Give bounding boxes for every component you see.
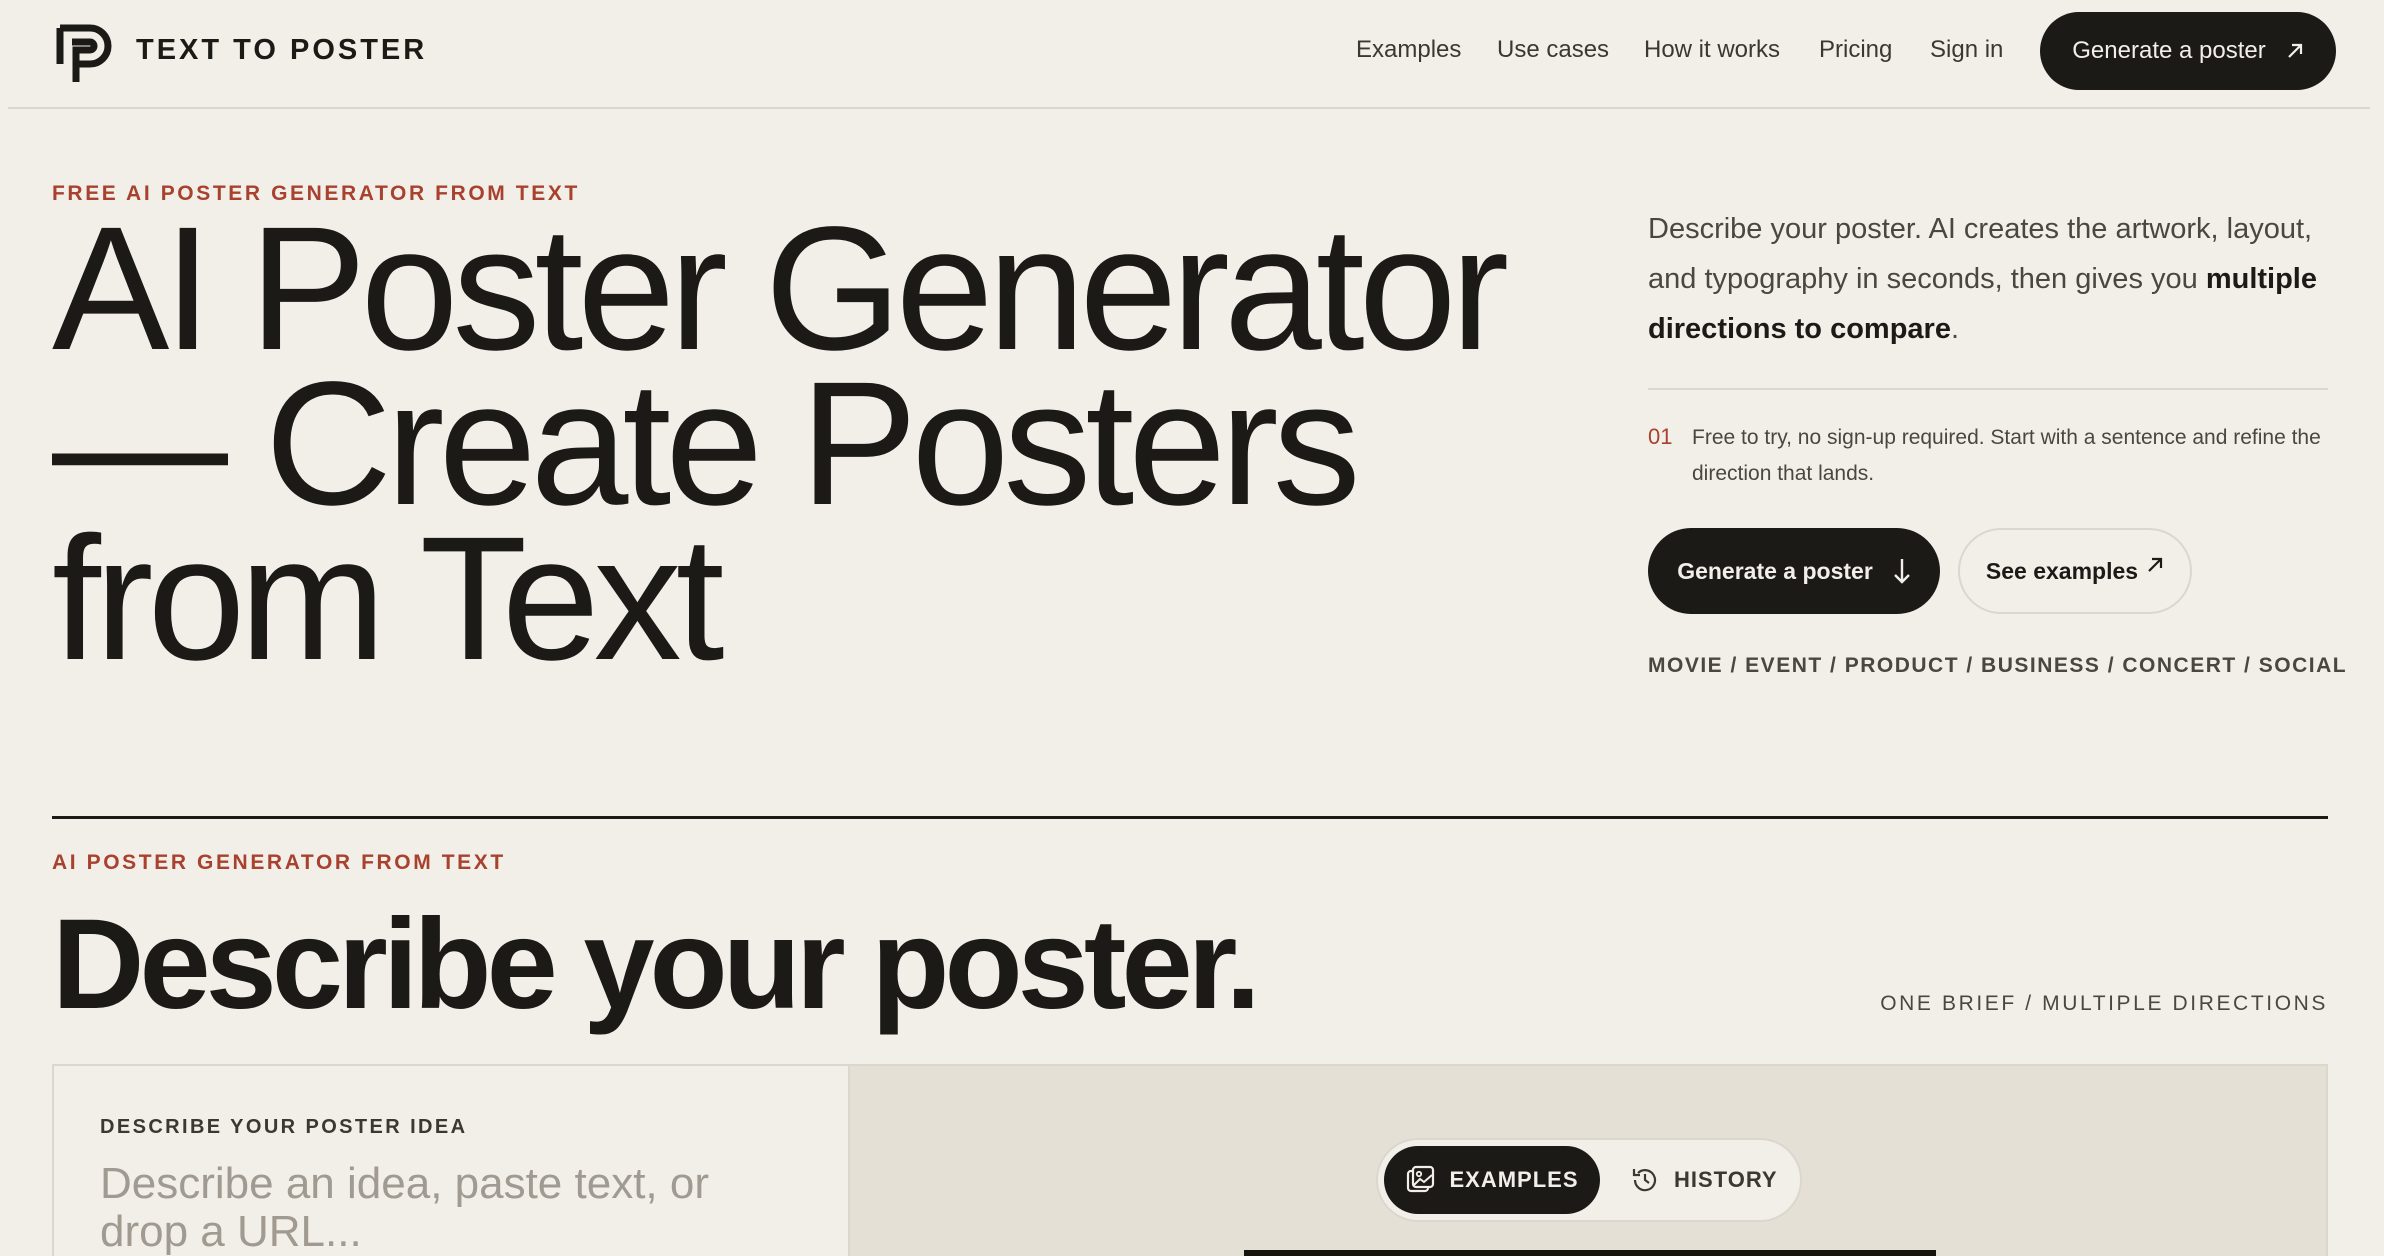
nav-link-how-it-works[interactable]: How it works	[1644, 36, 1780, 64]
tab-examples-label: EXAMPLES	[1449, 1167, 1579, 1192]
images-icon	[1407, 1165, 1435, 1193]
divider	[1648, 388, 2328, 390]
generator-eyebrow: AI POSTER GENERATOR FROM TEXT	[52, 851, 506, 874]
prompt-field-label: DESCRIBE YOUR POSTER IDEA	[100, 1116, 468, 1138]
arrow-up-right-icon	[2287, 43, 2302, 58]
prompt-input[interactable]	[100, 1160, 800, 1256]
see-examples-label: See examples	[1985, 557, 2139, 584]
header-generate-poster-label: Generate a poster	[2072, 37, 2266, 64]
nav-link-sign-in[interactable]: Sign in	[1930, 36, 2003, 64]
use-case-tags: MOVIE / EVENT / PRODUCT / BUSINESS / CON…	[1648, 654, 2348, 677]
note-number: 01	[1648, 424, 1673, 449]
site-header: TEXT TO POSTER Examples Use cases How it…	[8, 0, 2370, 109]
brand-name[interactable]: TEXT TO POSTER	[136, 34, 427, 67]
section-divider	[52, 816, 2328, 819]
hero-title-line-2: — Create Posters	[52, 346, 1361, 542]
poster-preview-image[interactable]	[1244, 1250, 1936, 1256]
examples-history-toggle: EXAMPLES HISTORY	[1376, 1138, 1802, 1222]
p-logo-icon[interactable]	[56, 24, 114, 82]
generate-poster-label: Generate a poster	[1677, 557, 1873, 584]
see-examples-button[interactable]: See examples	[1958, 528, 2192, 614]
hero-intro: Describe your poster. AI creates the art…	[1648, 204, 2348, 354]
history-clock-icon	[1632, 1169, 1657, 1192]
generator-title: Describe your poster.	[52, 893, 1261, 1036]
nav-link-pricing[interactable]: Pricing	[1819, 36, 1892, 64]
generate-poster-button[interactable]: Generate a poster	[1648, 528, 1940, 614]
arrow-up-right-icon	[2148, 557, 2163, 572]
tab-history[interactable]: HISTORY	[1630, 1146, 1778, 1214]
hero-intro-suffix: .	[1950, 313, 1960, 345]
preview-pane: EXAMPLES HISTORY	[848, 1066, 2326, 1256]
hero-title-line-1: AI Poster Generator	[52, 191, 1509, 387]
generator-meta: ONE BRIEF / MULTIPLE DIRECTIONS	[1880, 992, 2328, 1015]
note-text: Free to try, no sign-up required. Start …	[1692, 426, 2321, 485]
hero-title-line-3: from Text	[52, 501, 725, 697]
tab-history-label: HISTORY	[1674, 1167, 1778, 1192]
tab-examples[interactable]: EXAMPLES	[1384, 1146, 1600, 1214]
header-generate-poster-button[interactable]: Generate a poster	[2040, 12, 2336, 90]
nav-link-use-cases[interactable]: Use cases	[1497, 36, 1609, 64]
nav-link-examples[interactable]: Examples	[1356, 36, 1461, 64]
arrow-down-icon	[1893, 559, 1910, 584]
prompt-pane: DESCRIBE YOUR POSTER IDEA	[54, 1066, 848, 1256]
hero-title: AI Poster Generator — Create Posters fro…	[52, 191, 1552, 697]
generator-panel: DESCRIBE YOUR POSTER IDEA EXAMPLES	[52, 1064, 2328, 1256]
